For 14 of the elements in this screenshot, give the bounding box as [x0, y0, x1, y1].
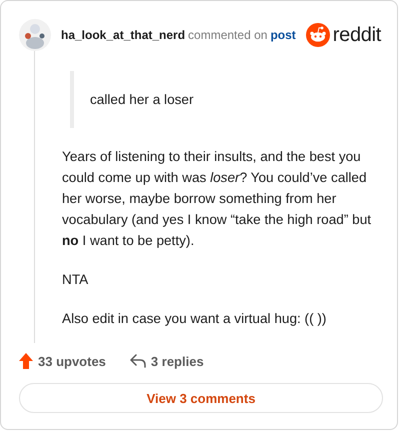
- reply-icon[interactable]: [130, 354, 146, 368]
- quote-text: called her a loser: [90, 91, 195, 110]
- reply-count: 3 replies: [150, 354, 204, 369]
- action-text: commented on: [188, 28, 268, 42]
- upvote-count: 33 upvotes: [38, 354, 106, 369]
- comment-text: Also edit in case you want a virtual hug: (( )): [62, 310, 328, 328]
- comment-text: Years of listening to their insults, and the best you could come up with was loser? You could’ve called her worse, maybe borrow something from her vocabulary (and yes I know “take the high road” but no I want to be petty).: [62, 148, 372, 250]
- comment-text: NTA: [62, 271, 90, 290]
- view-comments-button[interactable]: View 3 comments: [19, 383, 383, 413]
- brand-name: reddit: [332, 24, 382, 47]
- username[interactable]: ha_look_at_that_nerd: [61, 28, 186, 42]
- post-link[interactable]: post: [270, 28, 296, 42]
- alien-logo-icon: [306, 23, 330, 48]
- upvote-arrow-icon[interactable]: [19, 353, 33, 370]
